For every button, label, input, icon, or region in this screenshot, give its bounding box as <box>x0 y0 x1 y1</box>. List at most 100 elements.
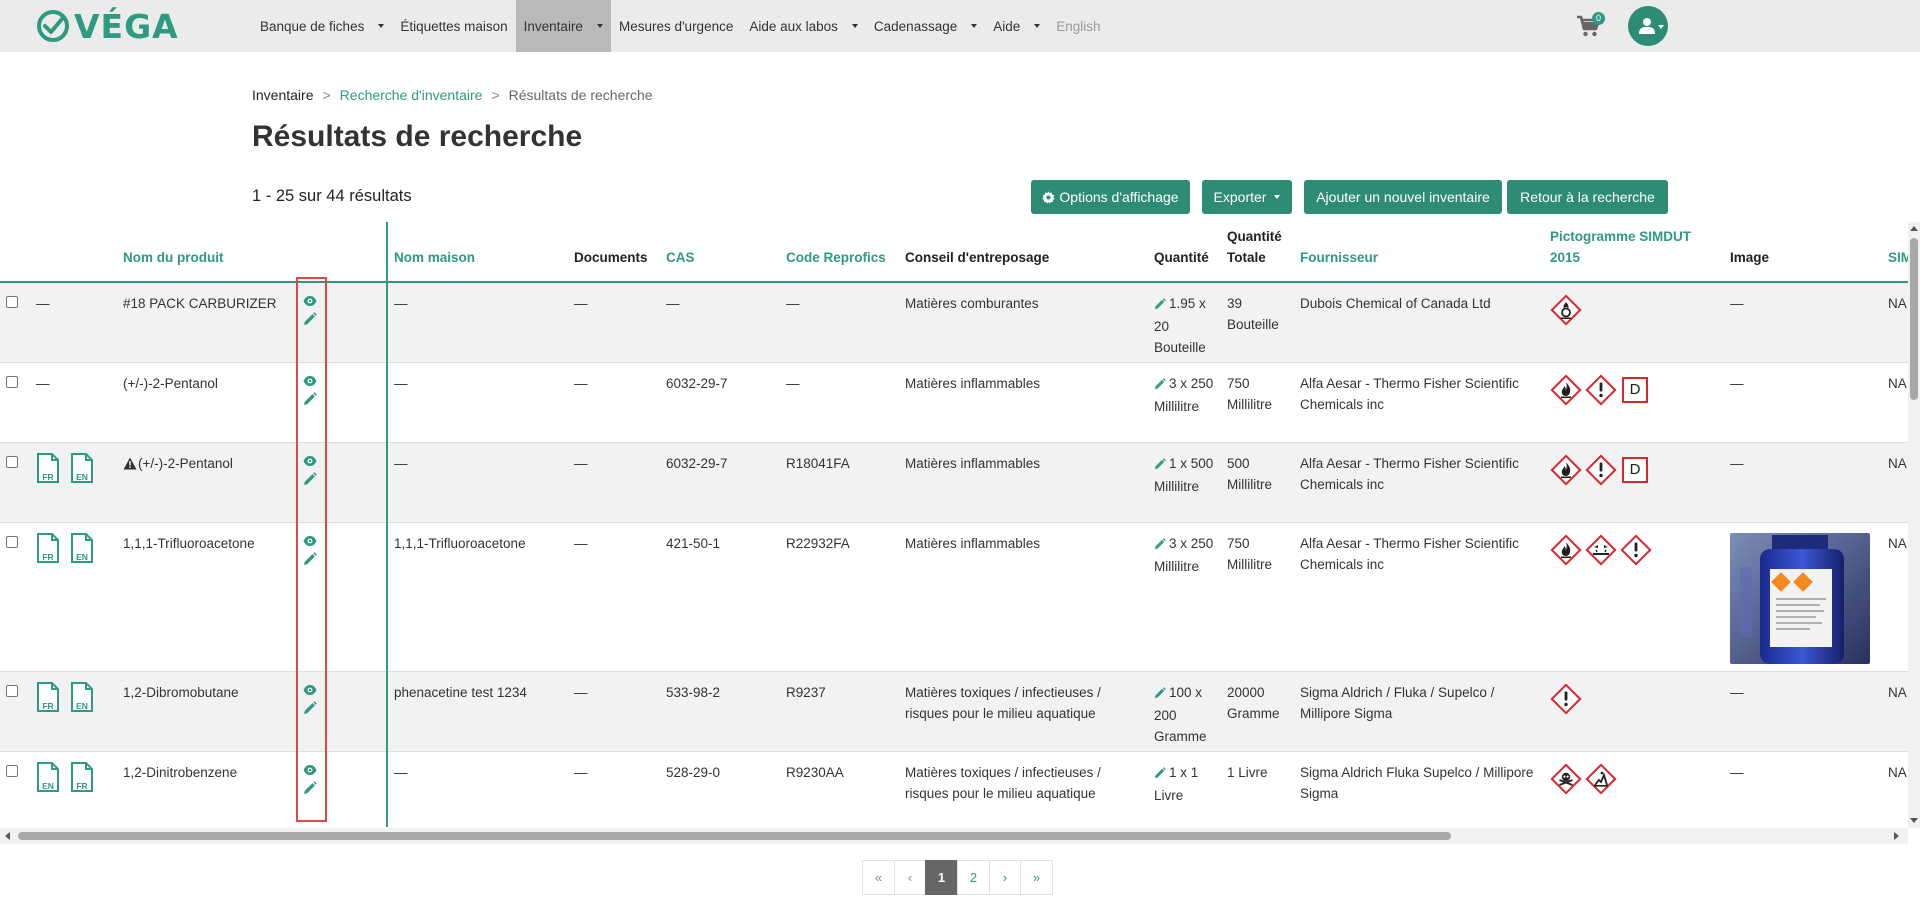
nav-item-inventaire[interactable]: Inventaire <box>515 0 611 52</box>
row-checkbox[interactable] <box>6 296 18 308</box>
row-checkbox[interactable] <box>6 764 18 777</box>
pencil-icon[interactable] <box>303 551 317 566</box>
image-cell: — <box>1724 362 1882 443</box>
vertical-scrollbar-thumb[interactable] <box>1910 238 1918 400</box>
storage-cell: Matières toxiques / infectieuses / risqu… <box>899 671 1148 752</box>
sds-document-fr-icon[interactable]: FR <box>36 452 60 483</box>
nav-item-english[interactable]: English <box>1048 0 1108 52</box>
nav-item-cadenassage[interactable]: Cadenassage <box>866 0 985 52</box>
scroll-down-arrow[interactable] <box>1910 818 1918 823</box>
add-inventory-label: Ajouter un nouvel inventaire <box>1316 189 1490 205</box>
pencil-icon[interactable] <box>1154 766 1166 779</box>
eye-icon[interactable] <box>303 535 317 547</box>
product-name-cell: (+/-)-2-Pentanol <box>117 442 297 523</box>
supplier-name: Sigma Aldrich Fluka Supelco / Millipore … <box>1300 764 1534 801</box>
col-quantity: Quantité <box>1148 222 1221 283</box>
doc-language-label: FR <box>42 551 54 562</box>
results-table-container: Nom du produit Nom maison Documents CAS … <box>0 222 1908 827</box>
page-last-button[interactable]: » <box>1020 860 1053 895</box>
pencil-icon[interactable] <box>1154 377 1166 390</box>
pencil-icon[interactable] <box>303 700 317 715</box>
pencil-icon[interactable] <box>1154 537 1166 550</box>
check-circle-icon <box>37 10 69 42</box>
sds-document-fr-icon[interactable]: FR <box>36 532 60 563</box>
house-name-cell: — <box>387 442 568 523</box>
simdut-cell: NA <box>1882 751 1908 827</box>
chevron-down-icon <box>1658 25 1664 29</box>
storage-advice: Matières toxiques / infectieuses / risqu… <box>905 684 1101 721</box>
horizontal-scrollbar-thumb[interactable] <box>18 832 1451 840</box>
row-checkbox[interactable] <box>6 375 18 388</box>
pencil-icon[interactable] <box>1154 457 1166 470</box>
pencil-icon[interactable] <box>303 312 317 326</box>
row-checkbox[interactable] <box>6 455 18 468</box>
eye-icon[interactable] <box>303 455 317 467</box>
col-pictogram[interactable]: Pictogramme SIMDUT 2015 <box>1544 222 1724 283</box>
pencil-icon[interactable] <box>1154 298 1166 310</box>
page-1-button[interactable]: 1 <box>925 860 958 895</box>
cas-number: 6032-29-7 <box>666 455 728 471</box>
page-next-button[interactable]: › <box>989 860 1021 895</box>
pencil-icon[interactable] <box>303 471 317 486</box>
chevron-down-icon <box>1274 195 1281 199</box>
sds-document-fr-icon[interactable]: FR <box>70 761 94 792</box>
eye-icon[interactable] <box>303 764 317 776</box>
flame-pictogram <box>1550 373 1582 406</box>
total-quantity-value: 39 Bouteille <box>1227 296 1279 332</box>
documents-value: — <box>574 455 588 471</box>
sds-document-en-icon[interactable]: EN <box>70 452 94 483</box>
sds-document-en-icon[interactable]: EN <box>36 761 60 792</box>
sds-document-en-icon[interactable]: EN <box>70 532 94 563</box>
breadcrumb-recherche[interactable]: Recherche d'inventaire <box>340 87 483 103</box>
scroll-right-arrow[interactable] <box>1894 832 1899 840</box>
supplier-name: Sigma Aldrich / Fluka / Supelco / Millip… <box>1300 684 1495 721</box>
row-checkbox[interactable] <box>6 535 18 548</box>
pencil-icon[interactable] <box>303 391 317 406</box>
col-simdut[interactable]: SIM <box>1882 222 1908 283</box>
col-supplier[interactable]: Fournisseur <box>1294 222 1544 283</box>
eye-icon[interactable] <box>303 375 317 387</box>
scroll-up-arrow[interactable] <box>1910 226 1918 231</box>
reprofics-code: R9230AA <box>786 764 844 780</box>
code-cell: R9237 <box>780 671 899 752</box>
breadcrumb-inventaire[interactable]: Inventaire <box>252 87 313 103</box>
eye-icon[interactable] <box>303 295 317 307</box>
sds-document-fr-icon[interactable]: FR <box>36 681 60 712</box>
page-first-button[interactable]: « <box>862 860 895 895</box>
quantity-cell: 3 x 250 Millilitre <box>1148 362 1221 443</box>
col-cas[interactable]: CAS <box>660 222 780 283</box>
row-select-cell <box>0 751 30 827</box>
row-checkbox[interactable] <box>6 684 18 697</box>
vega-logo[interactable]: VÉGA <box>36 7 179 46</box>
total-quantity-value: 1 Livre <box>1227 764 1268 780</box>
pencil-icon[interactable] <box>303 780 317 795</box>
nav-item-mesures-urgence[interactable]: Mesures d'urgence <box>611 0 741 52</box>
page-2-button[interactable]: 2 <box>957 860 990 895</box>
house-name: — <box>394 764 408 780</box>
col-documents: Documents <box>568 222 660 283</box>
user-icon <box>1639 18 1655 34</box>
page-prev-button[interactable]: ‹ <box>894 860 926 895</box>
eye-icon[interactable] <box>303 684 317 696</box>
chevron-down-icon <box>1034 24 1041 28</box>
display-options-button[interactable]: Options d'affichage <box>1031 180 1190 214</box>
sds-document-en-icon[interactable]: EN <box>70 681 94 712</box>
export-button[interactable]: Exporter <box>1202 180 1292 214</box>
add-inventory-button[interactable]: Ajouter un nouvel inventaire <box>1304 180 1502 214</box>
nav-item-aide-aux-labos[interactable]: Aide aux labos <box>741 0 866 52</box>
nav-item-aide[interactable]: Aide <box>985 0 1048 52</box>
cart-button[interactable]: 0 <box>1576 12 1605 40</box>
sds-documents: EN FR <box>36 761 111 792</box>
nav-item-etiquettes-maison[interactable]: Étiquettes maison <box>392 0 515 52</box>
product-image[interactable] <box>1730 532 1870 664</box>
col-house-name[interactable]: Nom maison <box>387 222 568 283</box>
pictogram-list <box>1550 533 1718 566</box>
col-product-name[interactable]: Nom du produit <box>117 222 297 283</box>
back-to-search-button[interactable]: Retour à la recherche <box>1507 180 1668 214</box>
pencil-icon[interactable] <box>1154 686 1166 699</box>
scroll-left-arrow[interactable] <box>5 832 10 840</box>
nav-item-banque-de-fiches[interactable]: Banque de fiches <box>252 0 392 52</box>
storage-cell: Matières toxiques / infectieuses / risqu… <box>899 751 1148 827</box>
row-actions-cell <box>297 751 337 827</box>
col-code[interactable]: Code Reprofics <box>780 222 899 283</box>
